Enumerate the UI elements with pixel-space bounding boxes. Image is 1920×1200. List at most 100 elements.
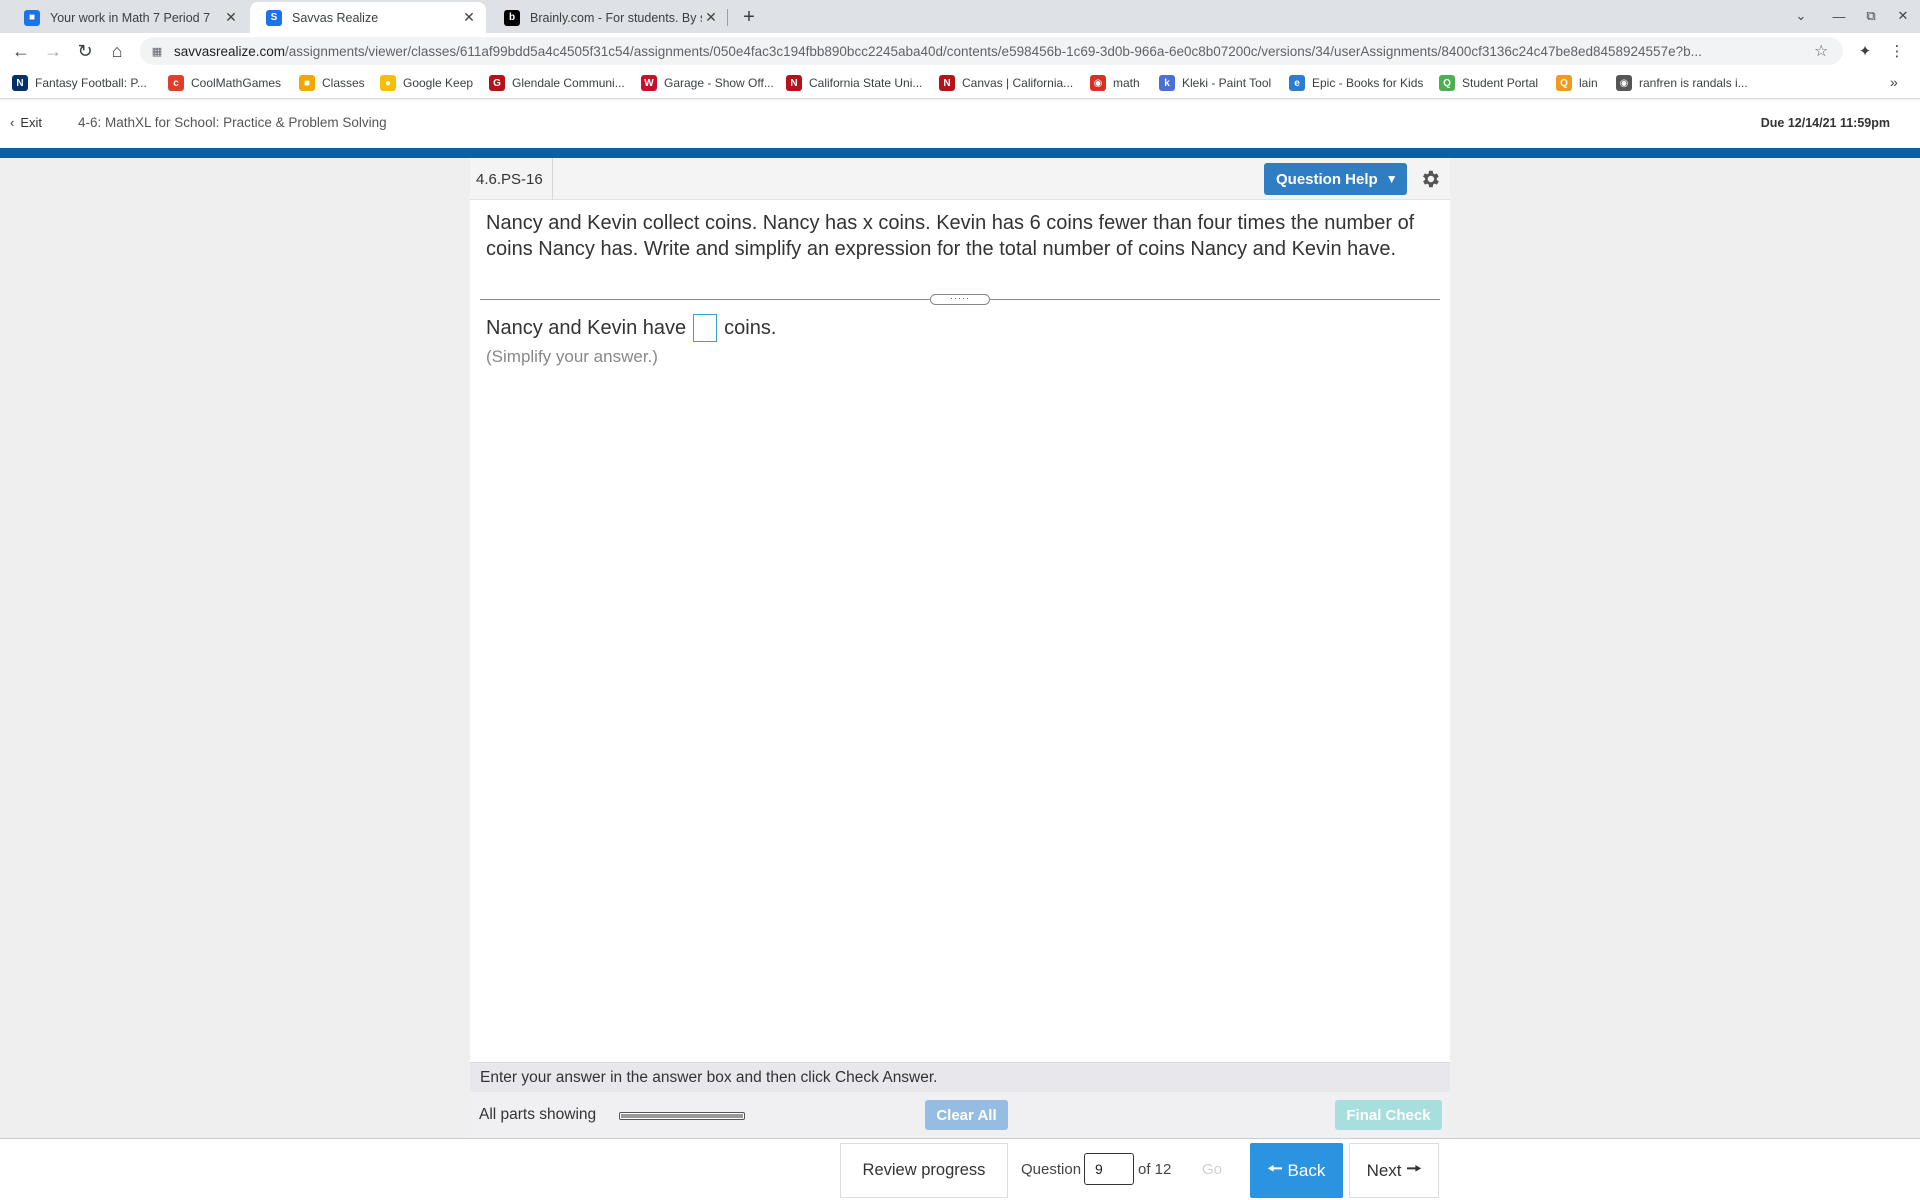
bookmark-csun[interactable]: N California State Uni... [786,75,922,91]
bookmark-epic[interactable]: e Epic - Books for Kids [1289,75,1423,91]
final-check-button[interactable]: Final Check [1335,1100,1442,1130]
coolmath-icon: c [168,75,184,91]
tab-title: Your work in Math 7 Period 7 [50,10,211,25]
bookmark-student-portal[interactable]: Q Student Portal [1439,75,1538,91]
question-total: of 12 [1138,1161,1172,1178]
classroom-icon: ■ [299,75,315,91]
epic-icon: e [1289,75,1305,91]
portal-icon: Q [1439,75,1455,91]
window-close-icon[interactable]: ✕ [1888,4,1918,28]
parts-toolbar: All parts showing Clear All Final Check [470,1092,1450,1138]
caret-down-icon: ▼ [1385,172,1398,186]
bookmark-math[interactable]: ◉ math [1090,75,1140,91]
extensions-icon[interactable]: ✦ [1854,40,1876,62]
site-info-icon[interactable]: ▦ [150,45,164,58]
bookmark-star-icon[interactable]: ☆ [1814,41,1828,61]
clear-all-button[interactable]: Clear All [925,1100,1008,1130]
question-header: 4.6.PS-16 Question Help ▼ [470,158,1450,200]
garage-icon: W [641,75,657,91]
tab-search-icon[interactable]: ⌄ [1786,4,1816,28]
back-arrow-icon[interactable]: ← [8,38,34,64]
parts-progress-bar [619,1112,745,1120]
bookmark-ranfren[interactable]: ◉ ranfren is randals i... [1616,75,1748,91]
keep-icon: ● [380,75,396,91]
question-help-button[interactable]: Question Help ▼ [1264,163,1407,195]
answer-hint: (Simplify your answer.) [486,347,658,366]
parts-progress-fill [621,1114,743,1118]
exit-label: Exit [20,115,43,130]
bookmark-canvas[interactable]: N Canvas | California... [939,75,1073,91]
bookmark-classes[interactable]: ■ Classes [299,75,365,91]
home-icon[interactable]: ⌂ [104,38,130,64]
nfl-icon: N [12,75,28,91]
tab-savvas[interactable]: S Savvas Realize ✕ [250,2,486,33]
close-icon[interactable]: ✕ [460,9,478,27]
bookmark-label: Google Keep [403,76,474,90]
question-help-label: Question Help [1276,170,1378,188]
bookmark-kleki[interactable]: k Kleki - Paint Tool [1159,75,1271,91]
restore-icon[interactable]: ⧉ [1856,4,1886,28]
close-icon[interactable]: ✕ [702,9,720,27]
tab-brainly[interactable]: b Brainly.com - For students. By st ✕ [488,2,728,33]
bottom-navigation: Review progress Question 9 of 12 Go 🠔 Ba… [0,1138,1920,1200]
tab-math7[interactable]: ■ Your work in Math 7 Period 7 ✕ [8,2,248,33]
reload-icon[interactable]: ↻ [72,38,98,64]
bookmark-label: Glendale Communi... [512,76,625,90]
canvas-icon: N [939,75,955,91]
chevron-left-icon: ‹ [10,115,15,130]
tab-separator [727,9,728,26]
resize-handle[interactable]: ····· [930,294,990,305]
new-tab-icon[interactable]: + [736,4,762,30]
go-button[interactable]: Go [1202,1161,1222,1178]
bookmark-label: Fantasy Football: P... [35,76,147,90]
arrow-right-icon: 🠖 [1406,1159,1422,1178]
csun-icon: N [786,75,802,91]
bookmark-coolmathgames[interactable]: c CoolMathGames [168,75,281,91]
answer-prefix: Nancy and Kevin have [486,316,687,339]
back-button[interactable]: 🠔 Back [1250,1143,1343,1198]
question-id: 4.6.PS-16 [476,171,543,188]
bookmark-label: Kleki - Paint Tool [1182,76,1272,90]
instructions: Enter your answer in the answer box and … [470,1062,1450,1092]
question-panel: 4.6.PS-16 Question Help ▼ Nancy and Kevi… [470,158,1450,1138]
url-field[interactable]: ▦ savvasrealize.com/assignments/viewer/c… [140,37,1843,65]
tab-title: Savvas Realize [292,10,379,25]
next-button[interactable]: Next 🠖 [1349,1143,1439,1198]
classroom-icon: ■ [24,9,40,26]
next-label: Next [1366,1160,1402,1180]
question-number-input[interactable]: 9 [1084,1153,1134,1185]
parts-label: All parts showing [479,1106,597,1123]
bookmark-label: CoolMathGames [191,76,282,90]
bookmark-label: Classes [322,76,365,90]
answer-input[interactable] [693,314,718,342]
bookmark-glendale[interactable]: G Glendale Communi... [489,75,625,91]
menu-icon[interactable]: ⋮ [1886,40,1908,62]
bookmark-label: California State Uni... [809,76,923,90]
more-bookmarks-icon[interactable]: » [1890,74,1898,90]
divider [552,158,553,200]
kleki-icon: k [1159,75,1175,91]
minimize-icon[interactable]: — [1824,4,1854,28]
assignment-title: 4-6: MathXL for School: Practice & Probl… [78,115,387,130]
arrow-left-icon: 🠔 [1267,1159,1283,1178]
answer-row: Nancy and Kevin have coins. [486,314,776,342]
bookmark-label: Canvas | California... [962,76,1074,90]
close-icon[interactable]: ✕ [222,9,240,27]
bookmark-lain[interactable]: Qlain [1556,75,1598,91]
bookmark-fantasy-football[interactable]: N Fantasy Football: P... [12,75,147,91]
forward-arrow-icon[interactable]: → [40,38,66,64]
url-host: savvasrealize.com [174,43,286,59]
ranfren-icon: ◉ [1616,75,1632,91]
bookmark-label: lain [1579,76,1598,90]
bookmark-garage[interactable]: W Garage - Show Off... [641,75,774,91]
savvas-icon: S [266,9,282,26]
lain-icon: Q [1556,75,1572,91]
problem-statement: Nancy and Kevin collect coins. Nancy has… [486,212,1415,260]
bookmark-google-keep[interactable]: ● Google Keep [380,75,473,91]
gear-icon[interactable] [1417,166,1443,192]
review-progress-button[interactable]: Review progress [840,1143,1008,1198]
answer-suffix: coins. [724,316,777,339]
bookmark-label: Epic - Books for Kids [1312,76,1424,90]
tab-title: Brainly.com - For students. By st [530,10,702,25]
exit-button[interactable]: ‹ Exit [10,115,42,130]
